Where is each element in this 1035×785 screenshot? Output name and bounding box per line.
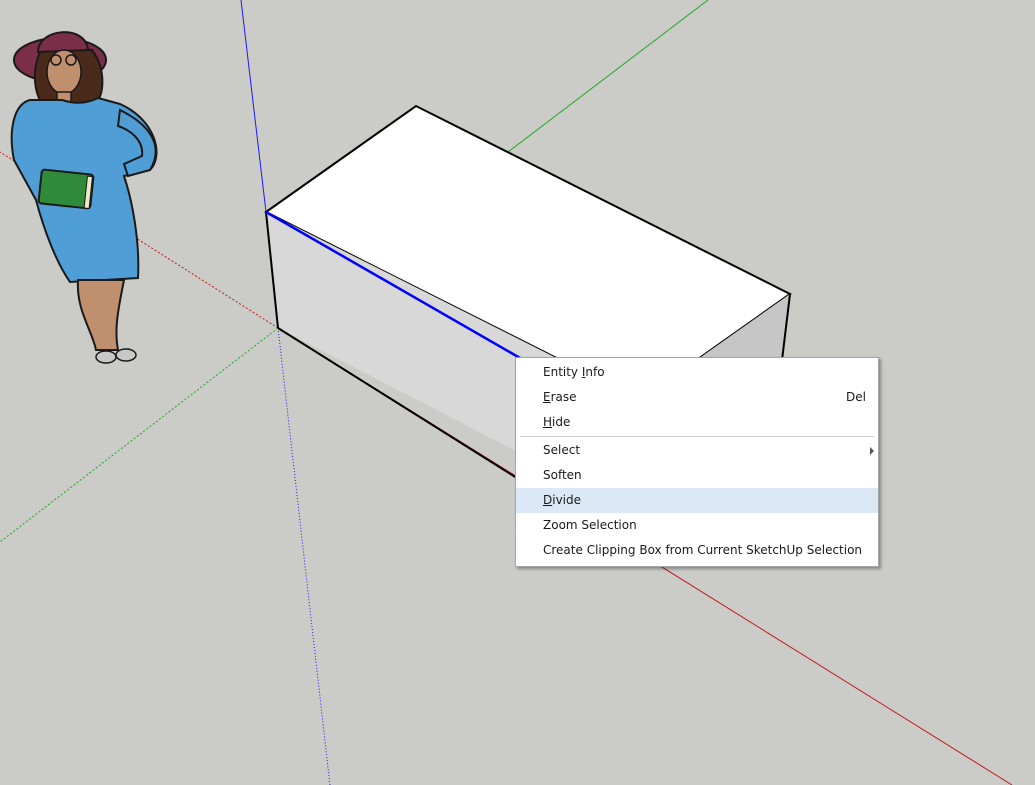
menu-item-hide-label: Hide — [543, 415, 571, 429]
menu-item-divide-label: Divide — [543, 493, 582, 507]
menu-separator — [520, 436, 874, 437]
menu-item-erase-shortcut: Del — [846, 390, 866, 404]
menu-item-zoom-selection-label: Zoom Selection — [543, 518, 637, 532]
menu-item-select[interactable]: Select — [516, 438, 878, 463]
menu-item-hide[interactable]: Hide — [516, 410, 878, 435]
shoe-right — [115, 348, 137, 362]
scale-figure[interactable] — [10, 31, 158, 364]
shoe-left — [95, 350, 117, 364]
menu-item-entity-info-label: Entity Info — [543, 365, 605, 379]
green-axis-negative — [0, 327, 279, 543]
legs — [76, 279, 126, 351]
menu-item-divide[interactable]: Divide — [516, 488, 878, 513]
menu-item-erase-label: Erase — [543, 390, 577, 404]
submenu-arrow-icon — [870, 447, 874, 455]
blue-axis-positive — [240, 0, 267, 213]
menu-item-create-clipping-box-label: Create Clipping Box from Current SketchU… — [543, 543, 863, 557]
menu-item-soften-label: Soften — [543, 468, 582, 482]
menu-item-zoom-selection[interactable]: Zoom Selection — [516, 513, 878, 538]
green-axis-positive — [507, 0, 709, 153]
blue-axis-negative — [277, 327, 331, 785]
drawing-viewport[interactable]: Entity Info Erase Del Hide Select Soften… — [0, 0, 1035, 785]
hat-crown — [36, 31, 90, 54]
menu-item-erase[interactable]: Erase Del — [516, 385, 878, 410]
menu-item-soften[interactable]: Soften — [516, 463, 878, 488]
menu-item-select-label: Select — [543, 443, 581, 457]
menu-item-create-clipping-box[interactable]: Create Clipping Box from Current SketchU… — [516, 538, 878, 563]
menu-item-entity-info[interactable]: Entity Info — [516, 360, 878, 385]
context-menu[interactable]: Entity Info Erase Del Hide Select Soften… — [515, 357, 879, 567]
